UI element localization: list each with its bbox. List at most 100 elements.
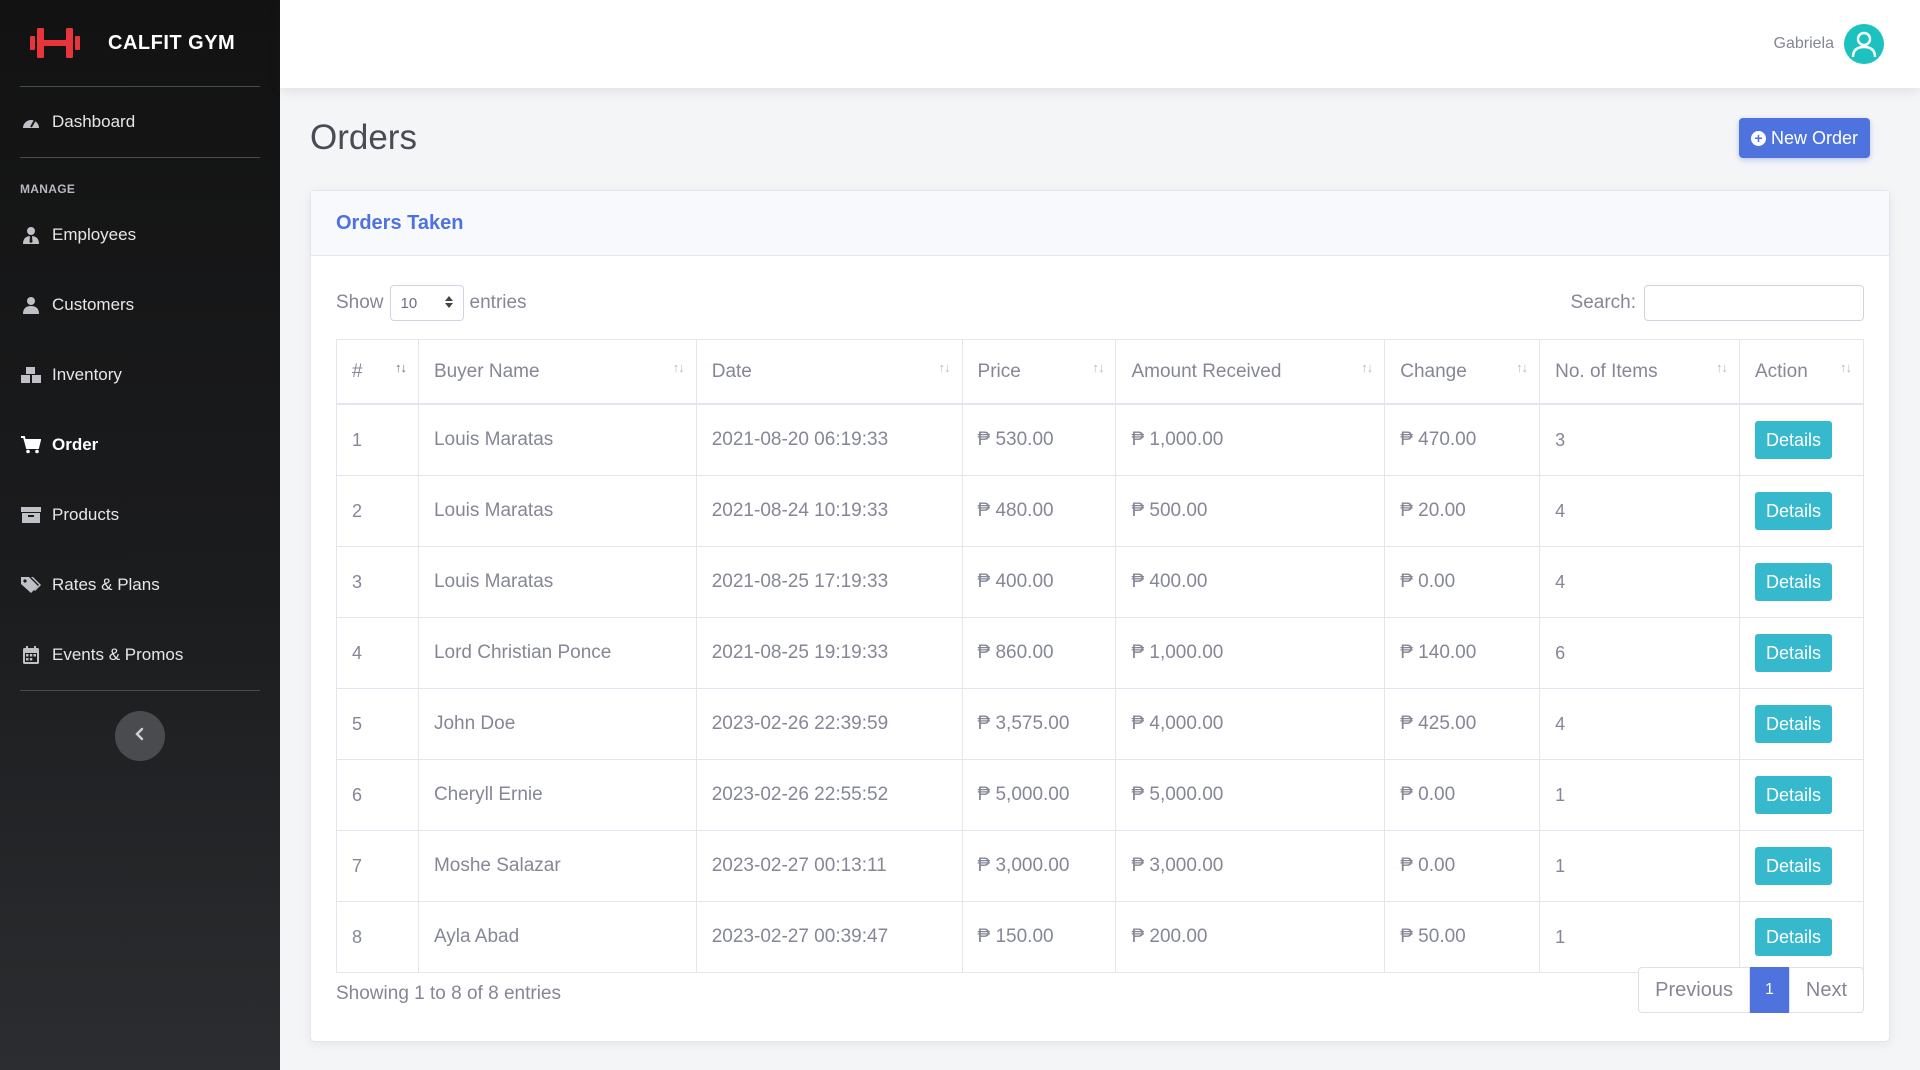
cell-change: ₱ 0.00 <box>1384 546 1541 618</box>
details-button[interactable]: Details <box>1754 421 1833 459</box>
column-header-number[interactable]: # ↑↓ <box>336 339 419 405</box>
cell-no-of-items: 4 <box>1539 688 1740 760</box>
column-header-change[interactable]: Change ↑↓ <box>1384 339 1541 405</box>
cell-date: 2023-02-27 00:13:11 <box>695 830 963 902</box>
show-label: Show <box>336 292 384 313</box>
cell-date: 2021-08-25 19:19:33 <box>695 617 963 689</box>
chevron-left-icon <box>135 727 145 746</box>
brand-name: CALFIT GYM <box>108 31 236 54</box>
sidebar-item-label: Employees <box>52 225 137 244</box>
entries-select[interactable]: 10 <box>389 285 464 321</box>
cell-number: 4 <box>336 617 419 689</box>
user-menu[interactable]: Gabriela <box>1774 24 1884 64</box>
sidebar-item-label: Dashboard <box>52 112 136 131</box>
page-title: Orders <box>310 118 417 157</box>
cell-buyer-name: Louis Maratas <box>417 403 697 476</box>
sort-icon: ↑↓ <box>672 360 685 375</box>
sort-updown-icon <box>444 295 453 312</box>
entries-label: entries <box>469 292 527 313</box>
table-row: 4 Lord Christian Ponce 2021-08-25 19:19:… <box>336 617 1865 689</box>
cell-no-of-items: 4 <box>1539 475 1740 547</box>
table-row: 2 Louis Maratas 2021-08-24 10:19:33 ₱ 48… <box>336 475 1865 547</box>
page-1-button[interactable]: 1 <box>1749 967 1789 1013</box>
cell-action: Details <box>1738 901 1865 973</box>
details-button[interactable]: Details <box>1754 918 1833 956</box>
orders-card: Orders Taken Show 10 entries Search: # ↑↓ <box>310 190 1890 1042</box>
cell-amount-received: ₱ 1,000.00 <box>1115 617 1386 689</box>
sort-icon: ↑↓ <box>1516 360 1528 375</box>
boxes-icon <box>20 364 42 386</box>
sidebar-item-label: Inventory <box>52 365 122 384</box>
cell-price: ₱ 860.00 <box>961 617 1117 689</box>
table-row: 7 Moshe Salazar 2023-02-27 00:13:11 ₱ 3,… <box>336 830 1865 902</box>
column-header-action[interactable]: Action ↑↓ <box>1738 339 1865 405</box>
sort-icon: ↑↓ <box>1840 360 1852 375</box>
cell-date: 2023-02-26 22:55:52 <box>695 759 963 831</box>
cell-action: Details <box>1738 546 1865 618</box>
cell-no-of-items: 1 <box>1539 901 1740 973</box>
cell-date: 2023-02-26 22:39:59 <box>695 688 963 760</box>
cell-amount-received: ₱ 200.00 <box>1115 901 1386 973</box>
details-button[interactable]: Details <box>1754 847 1833 885</box>
details-button[interactable]: Details <box>1754 492 1833 530</box>
sidebar-item-events-promos[interactable]: Events & Promos <box>0 620 280 690</box>
search-input[interactable] <box>1644 285 1864 321</box>
cell-amount-received: ₱ 5,000.00 <box>1115 759 1386 831</box>
new-order-label: New Order <box>1770 127 1858 148</box>
cell-date: 2023-02-27 00:39:47 <box>695 901 963 973</box>
user-name: Gabriela <box>1773 35 1834 52</box>
card-title: Orders Taken <box>311 191 1889 256</box>
cell-change: ₱ 425.00 <box>1384 688 1541 760</box>
topbar: Gabriela <box>280 0 1920 88</box>
column-header-buyer-name[interactable]: Buyer Name ↑↓ <box>417 339 697 405</box>
calendar-icon <box>20 644 42 666</box>
column-header-date[interactable]: Date ↑↓ <box>695 339 963 405</box>
new-order-button[interactable]: + New Order <box>1738 118 1870 158</box>
cell-buyer-name: Ayla Abad <box>417 901 697 973</box>
cell-date: 2021-08-25 17:19:33 <box>695 546 963 618</box>
sidebar-item-employees[interactable]: Employees <box>0 200 280 270</box>
column-header-no-of-items[interactable]: No. of Items ↑↓ <box>1539 339 1740 405</box>
column-header-price[interactable]: Price ↑↓ <box>961 339 1117 405</box>
cell-change: ₱ 140.00 <box>1384 617 1541 689</box>
sidebar-item-dashboard[interactable]: Dashboard <box>0 87 280 157</box>
previous-button[interactable]: Previous <box>1638 967 1750 1013</box>
sidebar-item-order[interactable]: Order <box>0 410 280 480</box>
avatar[interactable] <box>1844 24 1884 64</box>
sidebar-toggle-button[interactable] <box>115 711 165 761</box>
pagination: Previous 1 Next <box>1638 967 1864 1013</box>
cell-buyer-name: John Doe <box>417 688 697 760</box>
cell-action: Details <box>1738 403 1865 476</box>
details-button[interactable]: Details <box>1754 705 1833 743</box>
cell-no-of-items: 3 <box>1539 403 1740 476</box>
sidebar-item-rates-plans[interactable]: Rates & Plans <box>0 550 280 620</box>
cell-price: ₱ 480.00 <box>961 475 1117 547</box>
sidebar-item-products[interactable]: Products <box>0 480 280 550</box>
column-header-amount-received[interactable]: Amount Received ↑↓ <box>1115 339 1386 405</box>
table-search: Search: <box>1571 285 1864 321</box>
cell-price: ₱ 5,000.00 <box>961 759 1117 831</box>
sidebar-item-customers[interactable]: Customers <box>0 270 280 340</box>
cell-buyer-name: Louis Maratas <box>417 546 697 618</box>
sidebar-divider <box>20 690 260 691</box>
cell-buyer-name: Cheryll Ernie <box>417 759 697 831</box>
sidebar-item-inventory[interactable]: Inventory <box>0 340 280 410</box>
cell-date: 2021-08-24 10:19:33 <box>695 475 963 547</box>
cell-number: 3 <box>336 546 419 618</box>
tachometer-icon <box>20 111 42 133</box>
cell-buyer-name: Moshe Salazar <box>417 830 697 902</box>
sidebar-item-label: Events & Promos <box>52 645 184 664</box>
cell-number: 6 <box>336 759 419 831</box>
details-button[interactable]: Details <box>1754 563 1833 601</box>
next-button[interactable]: Next <box>1788 967 1864 1013</box>
cell-action: Details <box>1738 475 1865 547</box>
cell-no-of-items: 1 <box>1539 759 1740 831</box>
cell-amount-received: ₱ 1,000.00 <box>1115 403 1386 476</box>
cell-change: ₱ 470.00 <box>1384 403 1541 476</box>
details-button[interactable]: Details <box>1754 776 1833 814</box>
table-row: 6 Cheryll Ernie 2023-02-26 22:55:52 ₱ 5,… <box>336 759 1865 831</box>
cell-price: ₱ 530.00 <box>961 403 1117 476</box>
brand[interactable]: CALFIT GYM <box>0 0 280 86</box>
details-button[interactable]: Details <box>1754 634 1833 672</box>
table-row: 1 Louis Maratas 2021-08-20 06:19:33 ₱ 53… <box>336 403 1865 476</box>
